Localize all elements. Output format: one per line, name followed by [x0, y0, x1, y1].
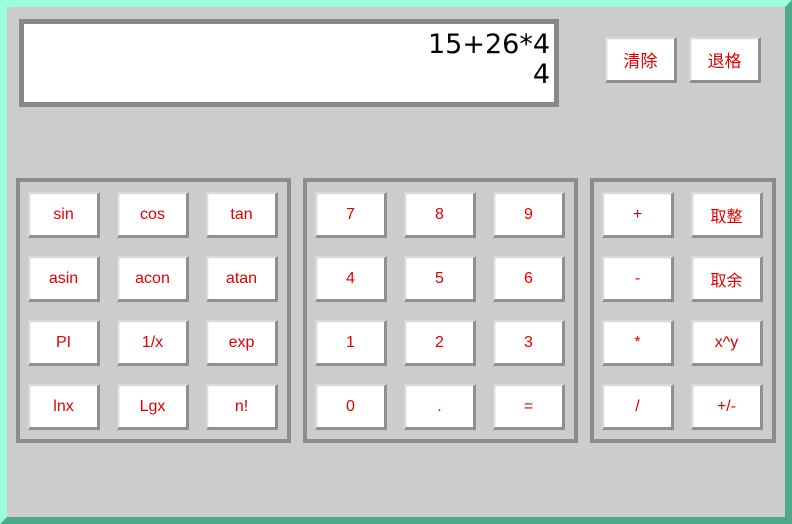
clear-button[interactable]: 清除: [605, 37, 677, 83]
asin-button[interactable]: asin: [28, 256, 100, 302]
equals-button[interactable]: =: [493, 384, 565, 430]
digit-8-button[interactable]: 8: [404, 192, 476, 238]
digit-7-button[interactable]: 7: [315, 192, 387, 238]
plus-button[interactable]: +: [602, 192, 674, 238]
factorial-button[interactable]: n!: [206, 384, 278, 430]
cos-button[interactable]: cos: [117, 192, 189, 238]
power-button[interactable]: x^y: [691, 320, 763, 366]
display-current-value: 4: [532, 59, 550, 90]
digit-6-button[interactable]: 6: [493, 256, 565, 302]
sin-button[interactable]: sin: [28, 192, 100, 238]
reciprocal-button[interactable]: 1/x: [117, 320, 189, 366]
digit-1-button[interactable]: 1: [315, 320, 387, 366]
tan-button[interactable]: tan: [206, 192, 278, 238]
digit-0-button[interactable]: 0: [315, 384, 387, 430]
floor-button[interactable]: 取整: [691, 192, 763, 238]
negate-button[interactable]: +/-: [691, 384, 763, 430]
exp-button[interactable]: exp: [206, 320, 278, 366]
modulo-button[interactable]: 取余: [691, 256, 763, 302]
digit-5-button[interactable]: 5: [404, 256, 476, 302]
display-screen: 15+26*4 4: [19, 19, 559, 107]
acon-button[interactable]: acon: [117, 256, 189, 302]
digit-2-button[interactable]: 2: [404, 320, 476, 366]
pi-button[interactable]: PI: [28, 320, 100, 366]
atan-button[interactable]: atan: [206, 256, 278, 302]
backspace-button[interactable]: 退格: [689, 37, 761, 83]
display-expression: 15+26*4: [427, 29, 550, 60]
lnx-button[interactable]: lnx: [28, 384, 100, 430]
multiply-button[interactable]: *: [602, 320, 674, 366]
digit-3-button[interactable]: 3: [493, 320, 565, 366]
minus-button[interactable]: -: [602, 256, 674, 302]
calculator-window: 15+26*4 4 清除 退格 sin cos tan asin acon at…: [0, 0, 792, 524]
lgx-button[interactable]: Lgx: [117, 384, 189, 430]
digit-4-button[interactable]: 4: [315, 256, 387, 302]
divide-button[interactable]: /: [602, 384, 674, 430]
decimal-point-button[interactable]: .: [404, 384, 476, 430]
digit-9-button[interactable]: 9: [493, 192, 565, 238]
